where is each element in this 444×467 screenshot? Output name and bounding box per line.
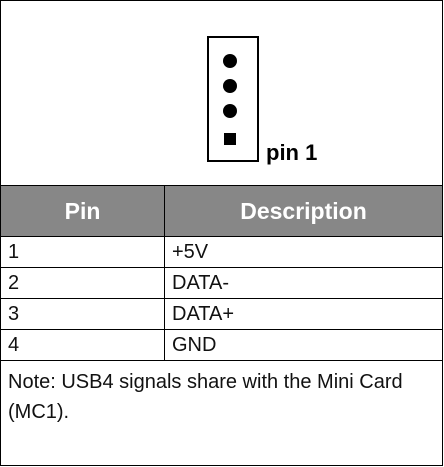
pin-description-cell: DATA- xyxy=(172,272,230,294)
pin-description-cell: DATA+ xyxy=(172,303,235,325)
pin-description-cell: GND xyxy=(172,334,217,356)
pin-number-cell: 1 xyxy=(8,241,20,263)
connector-diagram-cell: pin 1 xyxy=(1,1,442,186)
connector-outline xyxy=(207,36,259,162)
table-row: 3 DATA+ xyxy=(1,299,442,330)
pin-1-square xyxy=(224,133,236,145)
table-row: 2 DATA- xyxy=(1,268,442,299)
pin-2-dot xyxy=(223,104,237,118)
table-note: Note: USB4 signals share with the Mini C… xyxy=(8,371,403,423)
pin-4-dot xyxy=(223,54,237,68)
pin-number-cell: 4 xyxy=(8,334,20,356)
table-row: 4 GND xyxy=(1,330,442,361)
table-row: 1 +5V xyxy=(1,237,442,268)
column-divider xyxy=(164,186,165,361)
column-header-description: Description xyxy=(240,198,367,224)
pinout-table: pin 1 Pin Description 1 +5V 2 DATA- 3 DA… xyxy=(0,0,443,466)
table-header-row: Pin Description xyxy=(1,186,442,237)
pin-1-label: pin 1 xyxy=(266,140,318,165)
pin-number-cell: 3 xyxy=(8,303,20,325)
column-header-pin: Pin xyxy=(64,198,101,224)
pin-description-cell: +5V xyxy=(172,241,209,263)
pin-number-cell: 2 xyxy=(8,272,20,294)
pin-3-dot xyxy=(223,79,237,93)
